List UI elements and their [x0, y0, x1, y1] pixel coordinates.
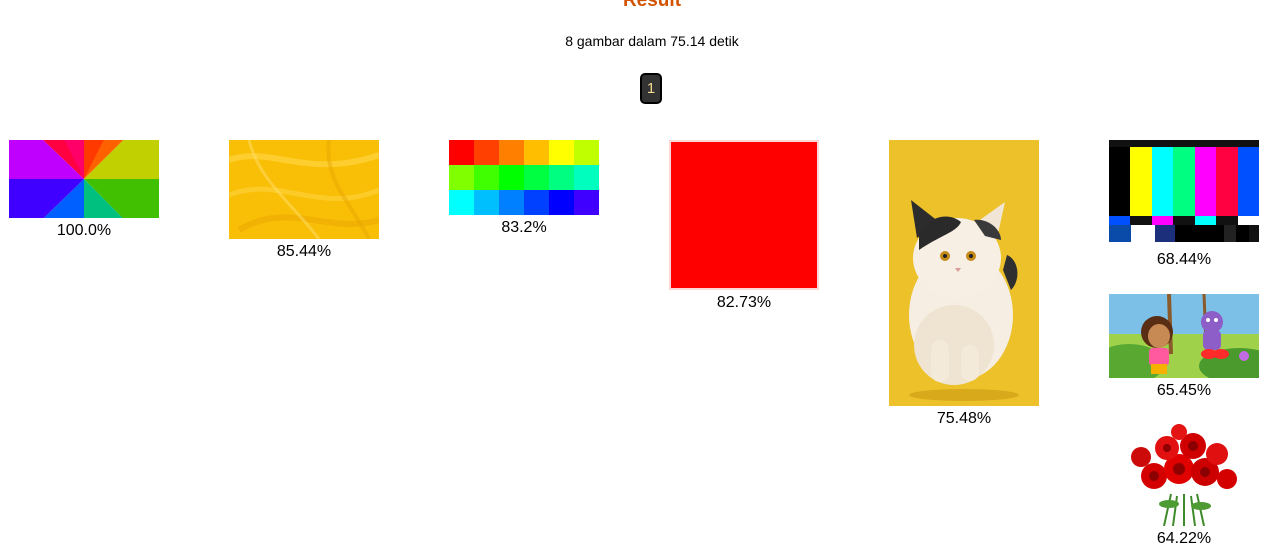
result-item: 83.2%	[449, 140, 599, 237]
color-grid-thumbnail[interactable]	[449, 140, 599, 215]
result-summary: 8 gambar dalam 75.14 detik	[565, 33, 739, 49]
cartoon-thumbnail[interactable]	[1109, 294, 1259, 378]
similarity-score: 82.73%	[716, 294, 772, 311]
similarity-score: 100.0%	[56, 222, 112, 239]
roses-thumbnail[interactable]	[1109, 424, 1259, 526]
red-square-thumbnail[interactable]	[669, 140, 819, 290]
result-item: 85.44%	[229, 140, 379, 261]
result-item: 75.48%	[889, 140, 1039, 428]
tv-color-bars-thumbnail[interactable]	[1109, 140, 1259, 247]
result-item: 64.22%	[1109, 424, 1259, 548]
page-1-button[interactable]: 1	[640, 73, 662, 104]
similarity-score: 75.48%	[936, 410, 992, 427]
page-title: Result	[622, 0, 682, 11]
result-item: 68.44%	[1109, 140, 1259, 269]
yellow-texture-thumbnail[interactable]	[229, 140, 379, 239]
result-item: 82.73%	[669, 140, 819, 312]
similarity-score: 68.44%	[1156, 251, 1212, 268]
similarity-score: 85.44%	[276, 243, 332, 260]
cat-thumbnail[interactable]	[889, 140, 1039, 406]
color-wheel-thumbnail[interactable]	[9, 140, 159, 218]
result-item: 65.45%	[1109, 294, 1259, 400]
search-result-page: Result 8 gambar dalam 75.14 detik 1 100.…	[0, 0, 1282, 551]
similarity-score: 64.22%	[1156, 530, 1212, 547]
similarity-score: 83.2%	[501, 219, 547, 236]
result-item: 100.0%	[9, 140, 159, 240]
similarity-score: 65.45%	[1156, 382, 1212, 399]
